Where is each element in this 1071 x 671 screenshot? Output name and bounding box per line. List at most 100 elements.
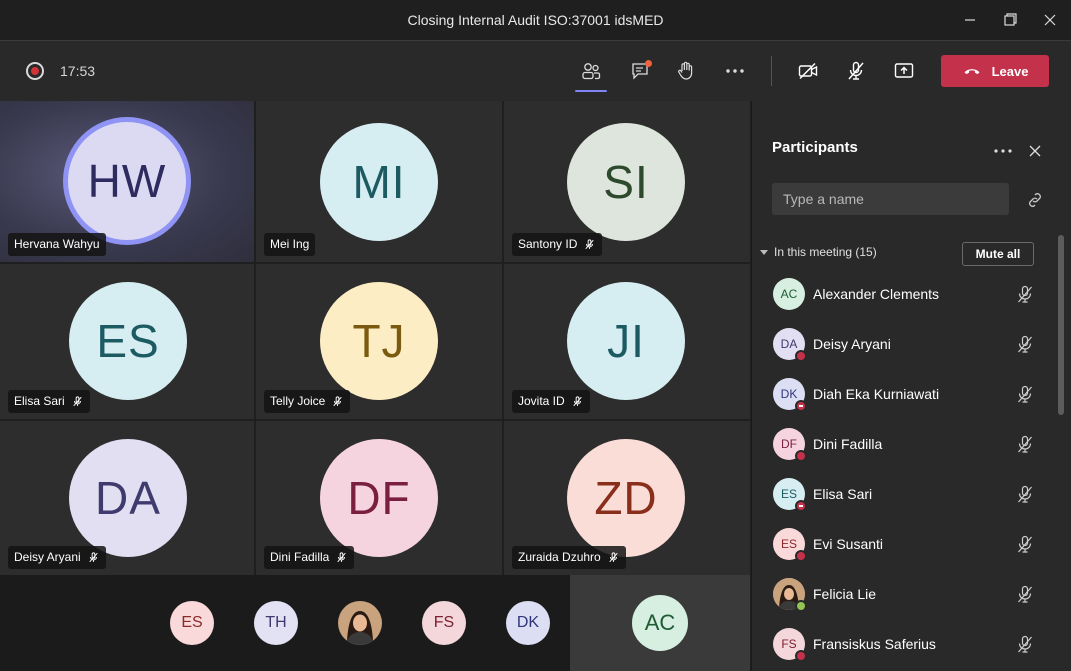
- participant-avatar: MI: [320, 123, 438, 241]
- participant-row[interactable]: DK Diah Eka Kurniawati: [752, 369, 1057, 419]
- participant-name: Dini Fadilla: [270, 550, 330, 564]
- mute-all-button[interactable]: Mute all: [962, 242, 1034, 266]
- participant-avatar: DA: [773, 328, 807, 362]
- video-tile[interactable]: DF Dini Fadilla: [256, 421, 502, 575]
- video-tile[interactable]: MI Mei Ing: [256, 101, 502, 262]
- participant-name: Elisa Sari: [14, 394, 65, 408]
- camera-off-button[interactable]: [792, 55, 824, 87]
- strip-avatar[interactable]: FS: [422, 601, 466, 645]
- share-screen-button[interactable]: [888, 55, 920, 87]
- panel-scrollbar[interactable]: [1058, 235, 1064, 415]
- participant-avatar: DA: [69, 439, 187, 557]
- mic-off-icon[interactable]: [1015, 384, 1035, 404]
- participant-name-tag: Telly Joice: [264, 390, 351, 413]
- participant-name-tag: Jovita ID: [512, 390, 590, 413]
- more-actions-button[interactable]: [719, 55, 751, 87]
- leave-button[interactable]: Leave: [941, 55, 1049, 87]
- person-photo-icon: [338, 601, 382, 645]
- video-tile[interactable]: DA Deisy Aryani: [0, 421, 254, 575]
- avatar-initials: FS: [433, 614, 455, 631]
- presence-status-icon: [795, 350, 807, 362]
- video-tile[interactable]: ES Elisa Sari: [0, 264, 254, 419]
- participant-name: Deisy Aryani: [14, 550, 81, 564]
- strip-avatar[interactable]: ES: [170, 601, 214, 645]
- in-meeting-section-toggle[interactable]: In this meeting (15): [760, 245, 877, 259]
- participants-panel: Participants In this meeting (15) Mute a…: [751, 101, 1071, 671]
- strip-avatar[interactable]: TH: [254, 601, 298, 645]
- participant-avatar: ES: [773, 478, 807, 512]
- participant-name: Telly Joice: [270, 394, 326, 408]
- meeting-timer: 17:53: [60, 63, 96, 79]
- mic-off-icon[interactable]: [1015, 534, 1035, 554]
- presence-status-icon: [795, 600, 807, 612]
- video-tile[interactable]: SI Santony ID: [504, 101, 750, 262]
- participant-avatar: SI: [567, 123, 685, 241]
- avatar-initials: ZD: [594, 472, 658, 524]
- participants-button[interactable]: [575, 55, 607, 92]
- hang-up-icon: [964, 69, 980, 75]
- strip-avatar-photo[interactable]: [338, 601, 382, 645]
- chat-button[interactable]: [624, 55, 656, 87]
- self-view-tile[interactable]: AC: [570, 575, 750, 671]
- participant-name-tag: Hervana Wahyu: [8, 233, 106, 256]
- presence-status-icon: [795, 400, 807, 412]
- participant-row[interactable]: ES Evi Susanti: [752, 519, 1057, 569]
- participant-avatar: FS: [773, 628, 807, 662]
- share-invite-link-icon[interactable]: [1025, 190, 1045, 210]
- window-title: Closing Internal Audit ISO:37001 idsMED: [407, 12, 664, 28]
- participant-row[interactable]: DF Dini Fadilla: [752, 419, 1057, 469]
- participant-name-tag: Zuraida Dzuhro: [512, 546, 626, 569]
- participant-avatar: DF: [320, 439, 438, 557]
- participant-name-tag: Elisa Sari: [8, 390, 90, 413]
- chevron-down-icon: [760, 249, 768, 255]
- mic-off-icon[interactable]: [1015, 334, 1035, 354]
- avatar-initials: DK: [780, 387, 798, 401]
- video-tile[interactable]: ZD Zuraida Dzuhro: [504, 421, 750, 575]
- participant-avatar: DK: [773, 378, 807, 412]
- close-window-icon[interactable]: [1038, 8, 1062, 32]
- participant-name: Alexander Clements: [813, 286, 940, 302]
- avatar-initials: ES: [780, 487, 797, 501]
- mic-off-icon[interactable]: [1015, 434, 1035, 454]
- minimize-icon[interactable]: [958, 8, 982, 32]
- participant-name-tag: Deisy Aryani: [8, 546, 106, 569]
- avatar-initials: ES: [780, 537, 797, 551]
- participant-name: Felicia Lie: [813, 586, 877, 602]
- raise-hand-button[interactable]: [670, 55, 702, 87]
- mic-off-button[interactable]: [840, 55, 872, 87]
- participant-row[interactable]: DA Deisy Aryani: [752, 319, 1057, 369]
- self-avatar: AC: [632, 595, 688, 651]
- participant-avatar: JI: [567, 282, 685, 400]
- close-panel-icon[interactable]: [1025, 141, 1045, 161]
- participant-search-input[interactable]: [772, 183, 1009, 215]
- maximize-icon[interactable]: [998, 8, 1022, 32]
- participant-row[interactable]: ES Elisa Sari: [752, 469, 1057, 519]
- participant-row[interactable]: Felicia Lie: [752, 569, 1057, 619]
- avatar-initials: SI: [603, 156, 649, 208]
- avatar-initials: DF: [347, 472, 411, 524]
- video-tile[interactable]: TJ Telly Joice: [256, 264, 502, 419]
- mic-off-icon: [333, 396, 343, 407]
- strip-avatar[interactable]: DK: [506, 601, 550, 645]
- avatar-initials: ES: [96, 315, 160, 367]
- mic-off-icon[interactable]: [1015, 284, 1035, 304]
- mic-off-icon: [73, 396, 82, 407]
- mic-off-icon: [573, 396, 582, 407]
- participant-name-tag: Dini Fadilla: [264, 546, 355, 569]
- presence-status-icon: [795, 550, 807, 562]
- mic-off-icon[interactable]: [1015, 634, 1035, 654]
- avatar-initials: DF: [781, 437, 797, 451]
- mic-off-icon[interactable]: [1015, 584, 1035, 604]
- participant-name: Diah Eka Kurniawati: [813, 386, 940, 402]
- avatar-initials: TJ: [352, 315, 406, 367]
- video-tile[interactable]: HW Hervana Wahyu: [0, 101, 254, 262]
- more-icon: [726, 69, 744, 73]
- avatar-initials: TH: [265, 614, 287, 631]
- panel-more-options-icon[interactable]: [992, 141, 1014, 161]
- mic-off-icon: [609, 552, 618, 563]
- participant-avatar: ES: [69, 282, 187, 400]
- mic-off-icon[interactable]: [1015, 484, 1035, 504]
- participant-row[interactable]: AC Alexander Clements: [752, 269, 1057, 319]
- video-tile[interactable]: JI Jovita ID: [504, 264, 750, 419]
- participant-row[interactable]: FS Fransiskus Saferius: [752, 619, 1057, 669]
